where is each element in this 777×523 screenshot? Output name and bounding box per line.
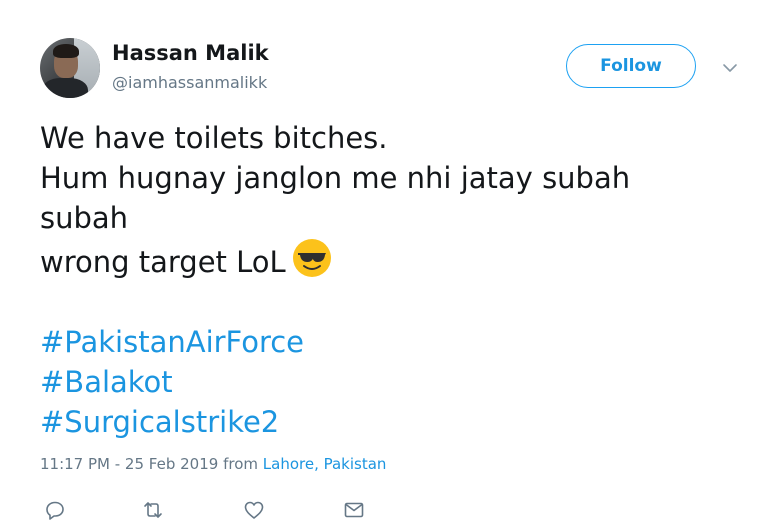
hashtag-link[interactable]: #Balakot xyxy=(40,362,740,402)
from-label: from xyxy=(223,455,258,473)
hashtag-link[interactable]: #PakistanAirForce xyxy=(40,322,740,362)
chevron-down-icon[interactable] xyxy=(722,60,738,76)
direct-message-icon[interactable] xyxy=(342,498,366,522)
location-link[interactable]: Lahore, Pakistan xyxy=(263,455,387,473)
avatar-shoulders xyxy=(42,78,88,98)
tweet-line: subah xyxy=(40,201,129,235)
tweet-text: We have toilets bitches. Hum hugnay jang… xyxy=(40,118,740,442)
tweet-line-text: wrong target LoL xyxy=(40,245,286,279)
tweet-line-with-emoji: wrong target LoL xyxy=(40,238,740,282)
hashtag-link[interactable]: #Surgicalstrike2 xyxy=(40,402,740,442)
reply-icon[interactable] xyxy=(43,498,67,522)
tweet-metadata: 11:17 PM - 25 Feb 2019 from Lahore, Paki… xyxy=(40,455,386,473)
tweet-line: Hum hugnay janglon me nhi jatay subah xyxy=(40,161,631,195)
smiling-face-with-sunglasses-icon xyxy=(292,239,331,277)
avatar[interactable] xyxy=(40,38,100,98)
avatar-hair xyxy=(53,44,79,58)
follow-button[interactable]: Follow xyxy=(566,44,696,88)
display-name[interactable]: Hassan Malik xyxy=(112,41,269,65)
user-handle[interactable]: @iamhassanmalikk xyxy=(112,73,267,92)
like-icon[interactable] xyxy=(242,498,266,522)
tweet-timestamp[interactable]: 11:17 PM - 25 Feb 2019 xyxy=(40,455,218,473)
retweet-icon[interactable] xyxy=(141,498,165,522)
tweet-line: We have toilets bitches. xyxy=(40,121,388,155)
